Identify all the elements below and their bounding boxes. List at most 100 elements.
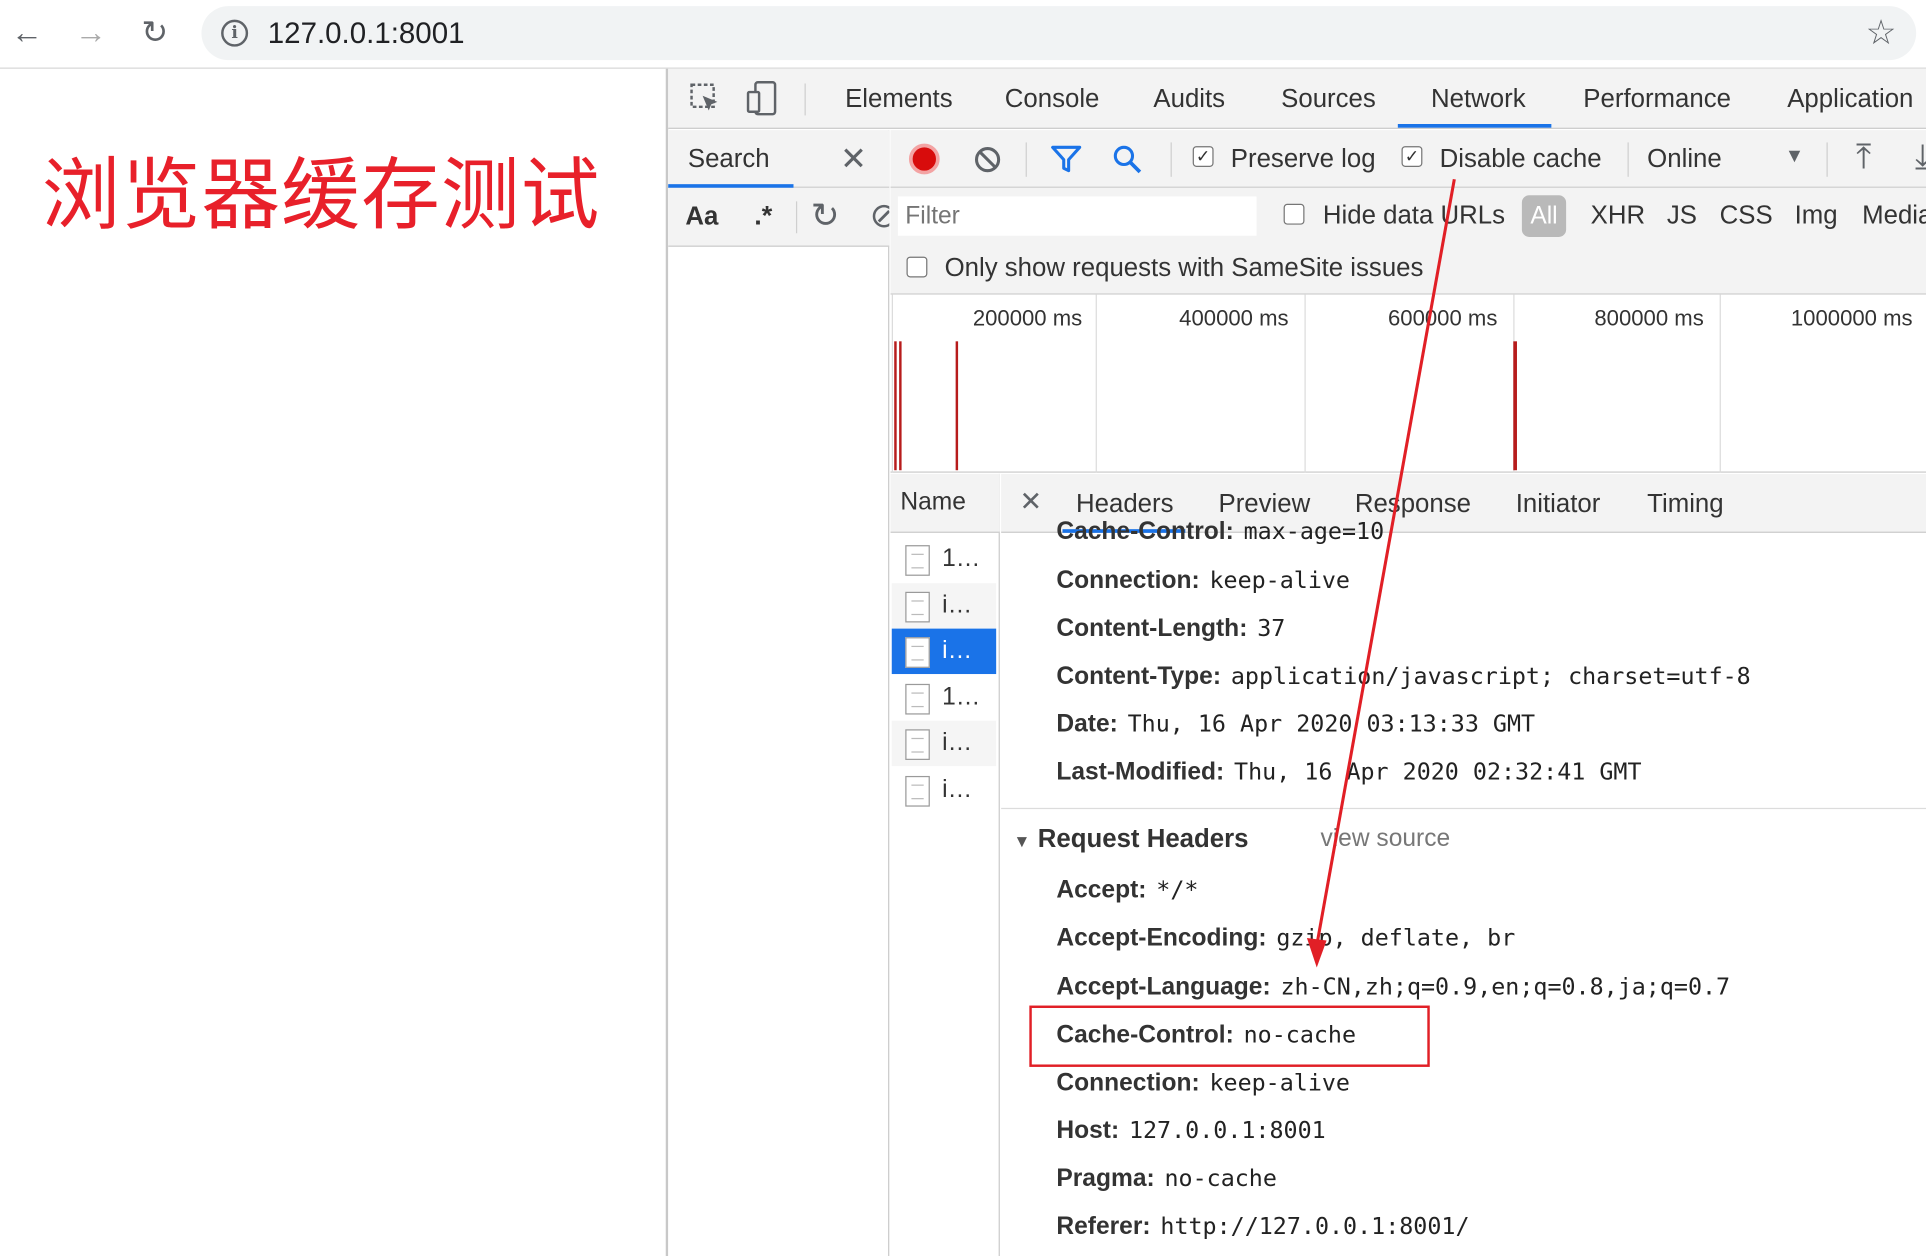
document-icon [905, 729, 930, 760]
tab-initiator[interactable]: Initiator [1516, 490, 1601, 519]
filter-type-img[interactable]: Img [1795, 201, 1838, 230]
request-name: i… [942, 637, 973, 665]
name-column-title[interactable]: Name [900, 489, 966, 517]
header-key: Accept-Encoding: [1056, 924, 1267, 952]
document-icon [905, 545, 930, 576]
regex-toggle[interactable]: .* [754, 200, 772, 232]
request-row[interactable]: 1… [892, 675, 996, 720]
header-value: Thu, 16 Apr 2020 02:32:41 GMT [1234, 758, 1642, 786]
request-header-row: Host: 127.0.0.1:8001 [1056, 1117, 1325, 1145]
filter-type-js[interactable]: JS [1667, 201, 1697, 230]
header-key: Content-Length: [1056, 615, 1248, 643]
triangle-down-icon: ▼ [1013, 831, 1031, 851]
tab-headers[interactable]: Headers [1076, 490, 1174, 519]
record-button[interactable] [908, 143, 940, 175]
tab-console[interactable]: Console [1005, 85, 1100, 114]
request-row[interactable]: 1… [892, 537, 996, 582]
filter-type-media[interactable]: Media [1862, 201, 1926, 230]
search-tab[interactable]: Search [688, 145, 770, 174]
clear-icon[interactable]: ⊘ [870, 195, 890, 236]
header-key: Referer: [1056, 1213, 1151, 1241]
hide-data-urls-checkbox[interactable] [1283, 203, 1305, 225]
url-text[interactable]: 127.0.0.1:8001 [268, 17, 465, 51]
filter-type-xhr[interactable]: XHR [1591, 201, 1645, 230]
request-row-selected[interactable]: i… [891, 628, 997, 675]
filter-input[interactable] [897, 196, 1257, 236]
network-filter-bar: Hide data URLs All XHR JS CSS Img Media … [890, 187, 1926, 295]
network-overview-timeline[interactable]: 200000 ms 400000 ms 600000 ms 800000 ms … [890, 294, 1926, 473]
request-headers-section-toggle[interactable]: ▼ Request Headers [1013, 825, 1248, 854]
timeline-tick-label: 800000 ms [1594, 305, 1704, 331]
header-key: Pragma: [1056, 1165, 1155, 1193]
request-row[interactable]: i… [892, 767, 996, 812]
address-bar[interactable]: i 127.0.0.1:8001 ☆ [201, 6, 1917, 61]
annotation-highlight-box [1029, 1005, 1430, 1067]
reload-icon[interactable]: ↻ [138, 12, 172, 51]
document-icon [905, 591, 930, 623]
timeline-gridline [1304, 294, 1306, 473]
forward-icon[interactable]: → [74, 12, 108, 51]
filter-type-css[interactable]: CSS [1720, 201, 1773, 230]
toolbar-divider [1025, 142, 1027, 177]
tab-network[interactable]: Network [1431, 85, 1526, 114]
throttling-select[interactable]: Online [1647, 145, 1722, 174]
search-options-bar: Aa .* ↻ ⊘ [668, 187, 890, 247]
samesite-label: Only show requests with SameSite issues [944, 254, 1424, 283]
import-har-icon[interactable]: ⤒ [1856, 138, 1871, 179]
filter-icon[interactable] [1050, 145, 1082, 174]
request-bar [955, 341, 959, 471]
timeline-tick-label: 400000 ms [1179, 305, 1289, 331]
header-key: Host: [1056, 1117, 1120, 1145]
search-icon[interactable] [1112, 144, 1144, 176]
close-icon[interactable]: ✕ [1020, 486, 1043, 518]
request-headers-title: Request Headers [1037, 825, 1249, 854]
toolbar-divider [1170, 142, 1172, 177]
response-header-row: Cache-Control: max-age=10 [1056, 518, 1384, 546]
tab-performance[interactable]: Performance [1583, 85, 1731, 114]
header-value: zh-CN,zh;q=0.9,en;q=0.8,ja;q=0.7 [1280, 973, 1731, 1001]
header-key: Cache-Control: [1056, 518, 1234, 546]
header-value: application/javascript; charset=utf-8 [1230, 662, 1751, 691]
document-icon [905, 683, 930, 715]
filter-type-all[interactable]: All [1521, 195, 1567, 237]
tab-preview[interactable]: Preview [1218, 490, 1310, 519]
toolbar-divider [795, 201, 798, 234]
tab-sources[interactable]: Sources [1281, 85, 1376, 114]
back-icon[interactable]: ← [10, 12, 44, 51]
tab-elements[interactable]: Elements [845, 85, 953, 114]
response-header-row: Content-Length: 37 [1056, 615, 1285, 643]
view-source-link[interactable]: view source [1320, 825, 1450, 853]
header-value: keep-alive [1209, 567, 1350, 595]
samesite-checkbox[interactable] [906, 256, 928, 278]
response-header-row: Connection: keep-alive [1056, 567, 1350, 595]
toolbar-divider [804, 83, 806, 116]
request-row[interactable]: i… [891, 583, 997, 629]
close-icon[interactable]: ✕ [840, 140, 867, 178]
clear-log-icon[interactable] [973, 145, 1002, 174]
preserve-log-checkbox[interactable]: ✓ [1192, 146, 1214, 167]
request-row[interactable]: i… [891, 720, 997, 767]
inspect-element-icon[interactable] [688, 81, 722, 115]
device-toolbar-icon[interactable] [744, 80, 781, 117]
header-value: max-age=10 [1243, 518, 1385, 546]
response-header-row: Content-Type: application/javascript; cha… [1056, 663, 1750, 691]
refresh-icon[interactable]: ↻ [811, 195, 840, 236]
info-icon[interactable]: i [221, 19, 249, 47]
export-har-icon[interactable]: ⤓ [1915, 138, 1926, 179]
chevron-down-icon[interactable]: ▼ [1785, 146, 1804, 168]
toolbar-divider [1627, 142, 1629, 177]
header-value: no-cache [1164, 1165, 1277, 1193]
disable-cache-checkbox[interactable]: ✓ [1401, 146, 1423, 167]
tab-audits[interactable]: Audits [1153, 85, 1225, 114]
bookmark-star-icon[interactable]: ☆ [1866, 12, 1897, 53]
search-panel-header: Search ✕ [668, 130, 890, 188]
match-case-toggle[interactable]: Aa [685, 203, 718, 232]
tab-response[interactable]: Response [1355, 490, 1471, 519]
request-name: 1… [942, 683, 981, 711]
tab-timing[interactable]: Timing [1647, 490, 1723, 519]
header-value: gzip, deflate, br [1276, 924, 1516, 952]
request-name: i… [942, 591, 973, 619]
tab-application[interactable]: Application [1787, 85, 1913, 114]
header-value: 37 [1257, 615, 1286, 643]
request-name: i… [942, 775, 973, 803]
